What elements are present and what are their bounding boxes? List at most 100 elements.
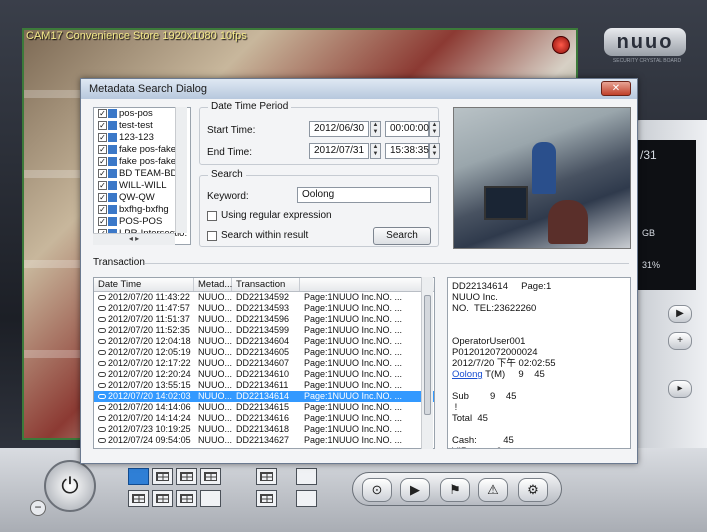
layout-5x5-button[interactable]	[152, 490, 173, 507]
status-date: /31	[640, 148, 657, 162]
source-checkbox[interactable]: ✓	[98, 120, 107, 130]
table-row[interactable]: 2012/07/20 11:43:22 NUUO... DD22134592 Page…	[94, 292, 434, 303]
start-time-spinner[interactable]: ▲ ▼	[429, 121, 440, 137]
table-row[interactable]: 2012/07/20 14:14:24 NUUO... DD22134616 Page…	[94, 413, 434, 424]
table-cell-meta: NUUO...	[198, 435, 232, 445]
event-button[interactable]: ⚑	[440, 478, 470, 502]
detail-line: NO. TEL:23622260	[452, 303, 537, 314]
table-cell-txn: DD22134593	[236, 303, 290, 313]
status-percent: 31%	[642, 260, 661, 270]
scrollbar-thumb[interactable]	[424, 295, 431, 415]
table-row[interactable]: 2012/07/24 09:54:05 NUUO... DD22134627 Page…	[94, 435, 434, 446]
column-header-datetime[interactable]: Date Time	[94, 278, 194, 291]
table-cell-txn: DD22134605	[236, 347, 290, 357]
start-time-field[interactable]: 00:00:00	[385, 121, 429, 137]
search-button[interactable]: Search	[373, 227, 431, 245]
link-icon	[98, 317, 106, 323]
start-date-field[interactable]: 2012/06/30	[309, 121, 369, 137]
layout-custom-button[interactable]	[256, 468, 277, 485]
tree-scrollbar-horizontal[interactable]: ◂ ▸	[93, 233, 175, 245]
sequence-button[interactable]	[296, 468, 317, 485]
alert-icon[interactable]: ⚠	[478, 478, 508, 502]
source-checkbox[interactable]: ✓	[98, 216, 107, 226]
column-header-transaction[interactable]: Transaction	[232, 278, 300, 291]
preview-figure	[532, 142, 556, 194]
table-row[interactable]: 2012/07/20 13:55:15 NUUO... DD22134611 Page…	[94, 380, 434, 391]
source-checkbox[interactable]: ✓	[98, 180, 107, 190]
regex-checkbox[interactable]	[207, 211, 217, 221]
table-row[interactable]: 2012/07/20 11:52:35 NUUO... DD22134599 Page…	[94, 325, 434, 336]
layout-1x1-button[interactable]	[128, 468, 149, 485]
table-row[interactable]: 2012/07/20 14:14:06 NUUO... DD22134615 Page…	[94, 402, 434, 413]
source-checkbox[interactable]: ✓	[98, 144, 107, 154]
pos-source-icon	[108, 192, 117, 202]
table-row[interactable]: 2012/07/20 11:47:57 NUUO... DD22134593 Page…	[94, 303, 434, 314]
source-checkbox[interactable]: ✓	[98, 108, 107, 118]
layout-2x2-button[interactable]	[152, 468, 173, 485]
source-checkbox[interactable]: ✓	[98, 132, 107, 142]
dialog-close-button[interactable]: ✕	[601, 81, 631, 96]
keyword-input[interactable]: Oolong	[297, 187, 431, 203]
table-row[interactable]: 2012/07/20 11:51:37 NUUO... DD22134596 Page…	[94, 314, 434, 325]
layout-3x3-button[interactable]	[200, 468, 221, 485]
power-icon[interactable]: ⏻	[44, 460, 96, 512]
play-button[interactable]: ▶	[668, 305, 692, 323]
settings-icon[interactable]: ⚙	[518, 478, 548, 502]
table-header: Date Time Metad... Transaction	[94, 278, 434, 292]
table-row[interactable]: 2012/07/20 12:04:18 NUUO... DD22134604 Page…	[94, 336, 434, 347]
detail-line: Sub 9 45	[452, 391, 517, 402]
playback-button[interactable]: ▶	[400, 478, 430, 502]
snapshot-preview	[453, 107, 631, 249]
table-cell-page: Page:1NUUO Inc.NO. ...	[304, 435, 403, 445]
layout-4x4-button[interactable]	[128, 490, 149, 507]
table-cell-txn: DD22134607	[236, 358, 290, 368]
layout-6x6-button[interactable]	[176, 490, 197, 507]
end-date-field[interactable]: 2012/07/31	[309, 143, 369, 159]
source-checkbox[interactable]: ✓	[98, 168, 107, 178]
minimize-button[interactable]: −	[30, 500, 46, 516]
detail-line: Cash: 45	[452, 435, 514, 446]
keyword-highlight[interactable]: Oolong	[452, 369, 483, 380]
table-row[interactable]: 2012/07/20 12:05:19 NUUO... DD22134605 Page…	[94, 347, 434, 358]
table-row[interactable]: 2012/07/20 12:17:22 NUUO... DD22134607 Page…	[94, 358, 434, 369]
transaction-table[interactable]: Date Time Metad... Transaction 2012/07/2…	[93, 277, 435, 449]
layout-n-button[interactable]	[200, 490, 221, 507]
link-icon	[98, 383, 106, 389]
source-label: QW-QW	[119, 192, 155, 203]
dialog-title: Metadata Search Dialog	[81, 79, 637, 99]
pos-source-icon	[108, 216, 117, 226]
source-checkbox[interactable]: ✓	[98, 156, 107, 166]
table-row[interactable]: 2012/07/20 14:02:03 NUUO... DD22134614 Page…	[94, 391, 434, 402]
table-cell-meta: NUUO...	[198, 380, 232, 390]
layout-1p5-button[interactable]	[176, 468, 197, 485]
table-scrollbar[interactable]	[421, 277, 433, 449]
table-row[interactable]: 2012/07/23 10:19:25 NUUO... DD22134618 Page…	[94, 424, 434, 435]
transaction-section-label: Transaction	[93, 257, 145, 268]
record-button[interactable]: ⊙	[362, 478, 392, 502]
column-header-metadata[interactable]: Metad...	[194, 278, 232, 291]
source-checkbox[interactable]: ✓	[98, 204, 107, 214]
end-time-spinner[interactable]: ▲ ▼	[429, 143, 440, 159]
tree-scrollbar-vertical[interactable]	[175, 107, 187, 233]
table-row[interactable]: 2012/07/20 12:20:24 NUUO... DD22134610 Page…	[94, 369, 434, 380]
metadata-search-dialog: Metadata Search Dialog ✕ ✓ pos-pos ✓ test-t…	[80, 78, 638, 464]
table-cell-datetime: 2012/07/20 11:47:57	[94, 303, 194, 314]
table-cell-txn: DD22134610	[236, 369, 290, 379]
search-within-checkbox[interactable]	[207, 231, 217, 241]
table-cell-page: Page:1NUUO Inc.NO. ...	[304, 391, 403, 401]
pos-source-icon	[108, 144, 117, 154]
table-cell-page: Page:1NUUO Inc.NO. ...	[304, 424, 403, 434]
table-cell-datetime: 2012/07/20 11:43:22	[94, 292, 194, 303]
end-date-spinner[interactable]: ▲ ▼	[370, 143, 381, 159]
close-layout-button[interactable]	[296, 490, 317, 507]
status-storage: GB	[642, 228, 656, 238]
detail-line	[452, 325, 626, 336]
column-header-detail[interactable]	[300, 278, 424, 291]
end-time-field[interactable]: 15:38:35	[385, 143, 429, 159]
section-divider	[145, 263, 629, 264]
start-date-spinner[interactable]: ▲ ▼	[370, 121, 381, 137]
zoom-in-button[interactable]: +	[668, 332, 692, 350]
layout-custom2-button[interactable]	[256, 490, 277, 507]
ptz-right-button[interactable]: ▸	[668, 380, 692, 398]
source-checkbox[interactable]: ✓	[98, 192, 107, 202]
